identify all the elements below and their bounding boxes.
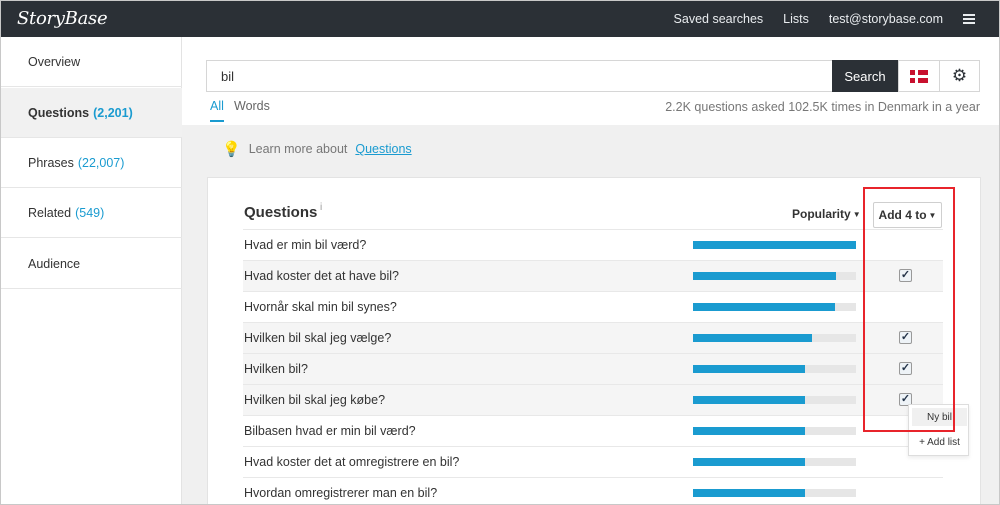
popularity-bar-track <box>693 272 856 280</box>
settings-button[interactable]: ⚙ <box>940 60 980 92</box>
storybase-logo[interactable]: StoryBase <box>17 8 108 29</box>
popularity-bar-track <box>693 489 856 497</box>
sidebar-item-phrases[interactable]: Phrases (22,007) <box>1 138 182 188</box>
popularity-bar <box>693 427 806 435</box>
results-summary: 2.2K questions asked 102.5K times in Den… <box>665 100 980 114</box>
add-list-option[interactable]: + Add list <box>909 433 970 451</box>
popularity-bar <box>693 489 806 497</box>
sidebar-item-related[interactable]: Related (549) <box>1 188 182 238</box>
popularity-sort-label: Popularity <box>792 207 851 221</box>
sidebar-item-label: Audience <box>28 256 81 271</box>
question-row[interactable]: Hvilken bil skal jeg købe? ✓ <box>243 384 943 415</box>
popularity-bar-track <box>693 241 856 249</box>
question-row[interactable]: Hvordan omregistrerer man en bil? <box>243 477 943 504</box>
sidebar: Overview Questions (2,201) Phrases (22,0… <box>1 37 182 504</box>
sidebar-item-overview[interactable]: Overview <box>1 37 182 87</box>
sidebar-item-label: Phrases <box>28 155 74 170</box>
add-to-list-label: Add 4 to <box>878 208 927 222</box>
country-select-button[interactable] <box>898 60 940 92</box>
questions-help-link[interactable]: Questions <box>355 142 411 156</box>
question-text[interactable]: Hvad er min bil værd? <box>244 238 366 252</box>
top-links: Saved searches Lists test@storybase.com <box>674 1 975 37</box>
list-option-ny-bil[interactable]: Ny bil <box>912 408 967 426</box>
search-area: Search ⚙ All Words 2.2K questions asked … <box>182 37 999 125</box>
question-text[interactable]: Hvordan omregistrerer man en bil? <box>244 486 437 500</box>
row-checkbox[interactable]: ✓ <box>899 362 912 375</box>
search-button[interactable]: Search <box>832 60 898 92</box>
popularity-bar-track <box>693 334 856 342</box>
chevron-down-icon: ▼ <box>852 210 861 220</box>
sidebar-item-label: Related <box>28 205 72 220</box>
info-icon[interactable]: i <box>320 202 322 213</box>
question-text[interactable]: Hvad koster det at omregistrere en bil? <box>244 455 459 469</box>
hamburger-icon[interactable] <box>963 14 975 24</box>
question-row[interactable]: Hvad koster det at omregistrere en bil? <box>243 446 943 477</box>
popularity-bar <box>693 396 806 404</box>
account-email-link[interactable]: test@storybase.com <box>829 12 943 26</box>
question-row[interactable]: Hvilken bil? ✓ <box>243 353 943 384</box>
question-row[interactable]: Hvad koster det at have bil? ✓ <box>243 260 943 291</box>
search-input[interactable] <box>206 60 833 92</box>
popularity-bar <box>693 303 835 311</box>
popularity-bar <box>693 365 806 373</box>
sidebar-item-count: (22,007) <box>77 155 125 170</box>
question-text[interactable]: Hvilken bil skal jeg vælge? <box>244 331 391 345</box>
main-content: Search ⚙ All Words 2.2K questions asked … <box>182 37 999 504</box>
question-row[interactable]: Hvornår skal min bil synes? <box>243 291 943 322</box>
denmark-flag-icon <box>910 69 928 83</box>
tab-all[interactable]: All <box>210 99 224 122</box>
popularity-bar-track <box>693 396 856 404</box>
questions-card: Questions i Popularity ▼ Add 4 to ▼ Hvad e… <box>207 177 981 504</box>
row-checkbox[interactable]: ✓ <box>899 269 912 282</box>
top-navigation-bar: StoryBase Saved searches Lists test@stor… <box>1 1 999 37</box>
popularity-bar-track <box>693 365 856 373</box>
question-row[interactable]: Hvad er min bil værd? <box>243 229 943 260</box>
sidebar-item-audience[interactable]: Audience <box>1 239 182 289</box>
question-text[interactable]: Hvad koster det at have bil? <box>244 269 399 283</box>
sidebar-item-label: Questions <box>28 105 90 120</box>
tab-words[interactable]: Words <box>234 99 270 113</box>
add-to-list-button[interactable]: Add 4 to ▼ <box>873 202 942 228</box>
sidebar-item-label: Overview <box>28 54 81 69</box>
gear-icon: ⚙ <box>951 66 968 85</box>
add-to-list-menu: Ny bil + Add list <box>908 404 969 456</box>
sidebar-item-questions[interactable]: Questions (2,201) <box>1 88 182 138</box>
popularity-sort-dropdown[interactable]: Popularity ▼ <box>792 207 861 221</box>
lightbulb-icon: 💡 <box>222 141 241 158</box>
question-text[interactable]: Hvornår skal min bil synes? <box>244 300 397 314</box>
chevron-down-icon: ▼ <box>928 210 937 220</box>
question-text[interactable]: Hvilken bil skal jeg købe? <box>244 393 385 407</box>
popularity-bar-track <box>693 427 856 435</box>
row-checkbox[interactable]: ✓ <box>899 331 912 344</box>
question-text[interactable]: Bilbasen hvad er min bil værd? <box>244 424 416 438</box>
sidebar-item-count: (549) <box>75 205 105 220</box>
popularity-bar <box>693 272 837 280</box>
learn-more-notice: 💡 Learn more about Questions <box>222 140 412 158</box>
questions-title: Questions <box>244 204 318 221</box>
popularity-bar-track <box>693 458 856 466</box>
popularity-bar <box>693 241 856 249</box>
popularity-bar-track <box>693 303 856 311</box>
lists-link[interactable]: Lists <box>783 12 809 26</box>
question-row[interactable]: Hvilken bil skal jeg vælge? ✓ <box>243 322 943 353</box>
questions-list: Hvad er min bil værd? Hvad koster det at … <box>243 229 943 504</box>
popularity-bar <box>693 458 806 466</box>
saved-searches-link[interactable]: Saved searches <box>674 12 764 26</box>
question-text[interactable]: Hvilken bil? <box>244 362 308 376</box>
question-row[interactable]: Bilbasen hvad er min bil værd? <box>243 415 943 446</box>
app-window: StoryBase Saved searches Lists test@stor… <box>0 0 1000 505</box>
sidebar-item-count: (2,201) <box>93 105 133 120</box>
learn-more-text: Learn more about <box>248 142 348 156</box>
popularity-bar <box>693 334 812 342</box>
